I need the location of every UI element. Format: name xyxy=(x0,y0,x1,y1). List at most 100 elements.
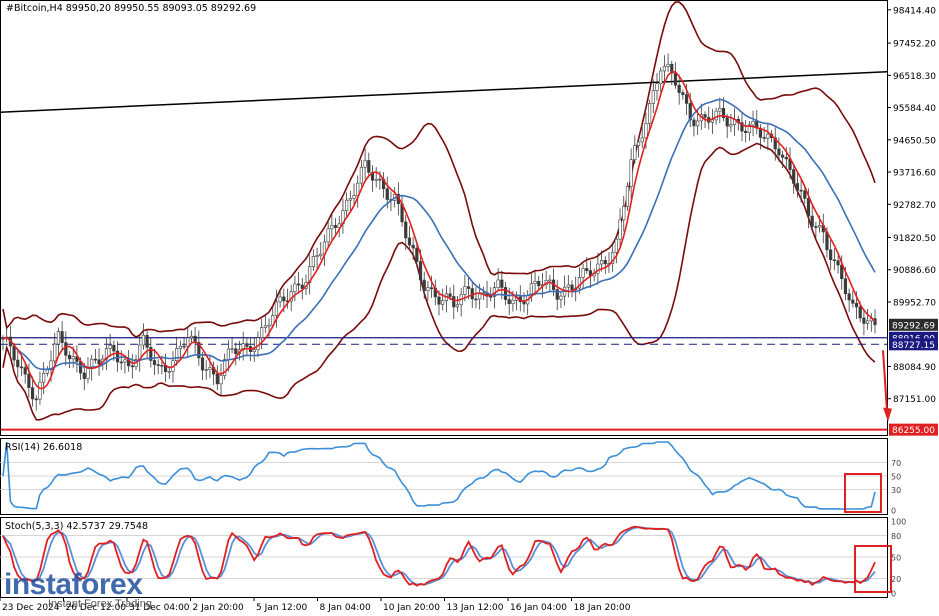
candle xyxy=(34,395,38,411)
candle-body xyxy=(570,284,574,291)
candle xyxy=(651,79,655,114)
price-tick-label: 93716.60 xyxy=(893,169,936,179)
candle xyxy=(537,276,541,290)
candle-body xyxy=(832,259,836,262)
stoch-highlight-box xyxy=(854,545,892,593)
candle-body xyxy=(234,348,238,354)
candle-body xyxy=(777,148,781,156)
candle xyxy=(263,313,267,333)
candle xyxy=(452,284,456,320)
candle xyxy=(832,248,836,271)
candle xyxy=(426,281,430,301)
rsi-highlight-box xyxy=(844,473,882,513)
price-tick-label: 98414.40 xyxy=(893,6,936,16)
candle xyxy=(186,326,190,359)
candle-body xyxy=(599,260,604,265)
candle-body xyxy=(817,225,822,228)
candle xyxy=(197,330,201,366)
candle-body xyxy=(677,84,681,93)
candle-body xyxy=(352,195,356,199)
candle-body xyxy=(19,366,24,369)
candle-body xyxy=(208,367,212,370)
candle-body xyxy=(718,108,722,112)
candle-body xyxy=(618,219,622,240)
price-tick-label: 89952.70 xyxy=(893,298,936,308)
candle-body xyxy=(566,284,570,288)
candle-body xyxy=(34,398,38,401)
candle-body xyxy=(829,249,833,261)
candle-body xyxy=(585,268,589,271)
candle xyxy=(374,167,378,188)
candle xyxy=(766,122,770,151)
candle-body xyxy=(175,348,179,362)
candle-body xyxy=(496,279,500,288)
candle-body xyxy=(625,186,630,207)
candle-body xyxy=(404,221,408,239)
candle-body xyxy=(692,119,696,127)
candle xyxy=(141,323,145,350)
price-tick-label: 92782.70 xyxy=(893,201,936,211)
price-tick-label: 96518.30 xyxy=(893,72,936,82)
candle-body xyxy=(182,345,186,348)
candle-body xyxy=(160,365,164,367)
rsi-tick-label: 50 xyxy=(891,473,901,482)
candle-body xyxy=(311,255,315,267)
candle-body xyxy=(315,255,319,258)
candle xyxy=(200,352,205,381)
candle xyxy=(45,366,49,377)
x-tick-label: 2 Jan 20:00 xyxy=(193,603,245,613)
candle xyxy=(514,291,519,311)
candle-body xyxy=(862,317,866,324)
candle-body xyxy=(16,359,20,368)
main-frame xyxy=(0,0,888,436)
candle-body xyxy=(489,296,493,298)
candle-body xyxy=(367,160,371,173)
stoch-tick-label: 100 xyxy=(891,518,906,527)
candle-body xyxy=(729,124,733,127)
candle xyxy=(67,351,72,369)
candle xyxy=(230,336,234,354)
chart: 98414.40 97452.20 96518.30 95584.40 94650.50… xyxy=(0,0,938,613)
candle-body xyxy=(53,343,57,362)
candle xyxy=(718,97,722,124)
stoch-tick-label: 80 xyxy=(891,532,901,541)
candle-body xyxy=(215,373,219,385)
candle-body xyxy=(204,369,208,371)
candle-body xyxy=(847,293,851,301)
candle xyxy=(662,55,666,83)
candle xyxy=(570,280,574,298)
candle xyxy=(86,357,90,384)
candle xyxy=(618,208,622,246)
candle xyxy=(810,204,814,230)
rsi-tick-label: 70 xyxy=(891,459,901,468)
candle-body xyxy=(245,343,249,347)
axes xyxy=(0,0,888,598)
candle xyxy=(182,336,186,350)
candle-body xyxy=(348,198,352,201)
candle-body xyxy=(500,279,504,288)
candle xyxy=(149,337,153,368)
candle xyxy=(330,213,334,240)
candle xyxy=(189,330,194,344)
candle-body xyxy=(86,368,90,379)
candle-body xyxy=(278,296,282,303)
candle-body xyxy=(474,298,478,301)
candle-body xyxy=(407,237,412,246)
candle xyxy=(659,67,663,92)
candle xyxy=(348,190,352,212)
candle-body xyxy=(38,381,42,400)
candle xyxy=(666,53,670,73)
candle xyxy=(104,338,109,371)
candle-body xyxy=(806,198,811,217)
resistance-trendline xyxy=(0,71,888,113)
candle xyxy=(407,225,412,249)
candle xyxy=(5,326,9,343)
candle xyxy=(629,148,633,199)
candle-body xyxy=(437,296,441,305)
candle xyxy=(444,285,448,313)
candle xyxy=(60,321,64,350)
candle-body xyxy=(42,372,46,383)
candle-body xyxy=(186,337,190,347)
price-tick-label: 94650.50 xyxy=(893,136,936,146)
candle-body xyxy=(463,286,467,295)
